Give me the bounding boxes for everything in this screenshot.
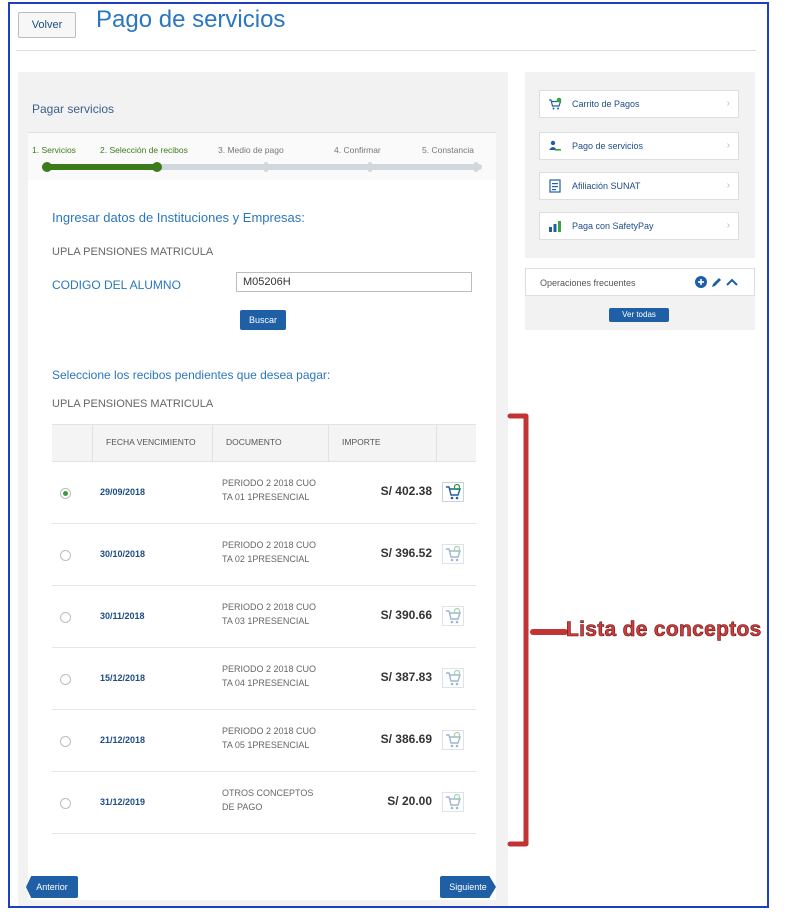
student-code-input[interactable]: M05206H (236, 272, 472, 292)
institution-name: UPLA PENSIONES MATRICULA (52, 246, 214, 258)
form-section-title: Ingresar datos de Instituciones y Empres… (52, 210, 305, 225)
step-2-label: 2. Selección de recibos (100, 145, 188, 155)
sidebar-item-cart[interactable]: Carrito de Pagos › (539, 90, 739, 118)
row-radio[interactable] (60, 612, 71, 623)
step-1-dot (42, 162, 52, 172)
add-to-cart-icon[interactable] (442, 792, 464, 812)
add-to-cart-icon[interactable] (442, 482, 464, 502)
row-document: PERIODO 2 2018 CUO TA 02 1PRESENCIAL (222, 540, 317, 564)
content-area: Ingresar datos de Instituciones y Empres… (28, 180, 496, 900)
add-to-cart-icon[interactable] (442, 606, 464, 626)
row-due-date: 15/12/2018 (100, 673, 146, 683)
row-due-date: 30/10/2018 (100, 549, 146, 559)
frequent-operations-label: Operaciones frecuentes (540, 278, 636, 288)
row-due-date: 31/12/2019 (100, 797, 146, 807)
row-document: PERIODO 2 2018 CUO TA 03 1PRESENCIAL (222, 602, 317, 626)
panel-title: Pagar servicios (32, 102, 115, 116)
chevron-right-icon: › (726, 140, 730, 151)
frequent-operations-panel: Operaciones frecuentes Ver todas (525, 268, 755, 330)
row-radio[interactable] (60, 674, 71, 685)
sidebar-item-label: Pago de servicios (572, 141, 644, 151)
top-bar: Volver Pago de servicios (16, 6, 756, 51)
row-due-date: 30/11/2018 (100, 611, 145, 621)
receipts-section-title: Seleccione los recibos pendientes que de… (52, 368, 331, 382)
row-amount: S/ 396.52 (380, 546, 432, 560)
frequent-operations-header[interactable]: Operaciones frecuentes (525, 268, 755, 296)
sidebar-item-services[interactable]: Pago de servicios › (539, 132, 739, 160)
previous-button[interactable]: Anterior (26, 876, 78, 898)
table-row[interactable]: 15/12/2018 PERIODO 2 2018 CUO TA 04 1PRES… (52, 648, 476, 710)
sidebar-item-label: Paga con SafetyPay (572, 221, 654, 231)
column-header: DOCUMENTO (226, 437, 282, 447)
sidebar-panel: Carrito de Pagos › Pago de servicios › A… (525, 72, 755, 258)
step-5-label: 5. Constancia (422, 145, 474, 155)
table-row[interactable]: 30/10/2018 PERIODO 2 2018 CUO TA 02 1PRES… (52, 524, 476, 586)
receipts-institution-name: UPLA PENSIONES MATRICULA (52, 398, 214, 410)
page-title: Pago de servicios (96, 6, 286, 33)
people-icon (549, 140, 561, 151)
payment-panel: Pagar servicios 1. Servicios 2. Selecció… (18, 72, 508, 906)
table-row[interactable]: 29/09/2018 PERIODO 2 2018 CUO TA 01 1PRES… (52, 462, 476, 524)
table-row[interactable]: 30/11/2018 PERIODO 2 2018 CUO TA 03 1PRES… (52, 586, 476, 648)
step-1-label: 1. Servicios (32, 145, 76, 155)
row-due-date: 21/12/2018 (100, 735, 146, 745)
back-button[interactable]: Volver (18, 12, 76, 38)
annotation-label: Lista de conceptos (566, 618, 762, 642)
row-amount: S/ 386.69 (380, 732, 432, 746)
step-5-dot (474, 162, 478, 172)
sidebar-item-label: Afiliación SUNAT (572, 181, 641, 191)
progress-steps: 1. Servicios 2. Selección de recibos 3. … (28, 132, 496, 182)
next-button[interactable]: Siguiente (440, 876, 496, 898)
step-2-dot (152, 162, 162, 172)
table-row[interactable]: 31/12/2019 OTROS CONCEPTOS DE PAGO S/ 20.… (52, 772, 476, 834)
step-3-label: 3. Medio de pago (218, 145, 284, 155)
step-3-dot (264, 162, 268, 172)
add-to-cart-icon[interactable] (442, 730, 464, 750)
column-header: FECHA VENCIMIENTO (106, 437, 196, 447)
row-radio[interactable] (60, 550, 71, 561)
row-document: PERIODO 2 2018 CUO TA 04 1PRESENCIAL (222, 664, 317, 688)
step-4-dot (368, 162, 372, 172)
progress-fill (42, 164, 160, 170)
search-button[interactable]: Buscar (240, 310, 286, 330)
row-document: PERIODO 2 2018 CUO TA 05 1PRESENCIAL (222, 726, 317, 750)
chevron-right-icon: › (726, 98, 730, 109)
sidebar-item-sunat[interactable]: Afiliación SUNAT › (539, 172, 739, 200)
row-document: PERIODO 2 2018 CUO TA 01 1PRESENCIAL (222, 478, 317, 502)
chevron-right-icon: › (726, 180, 730, 191)
progress-track (42, 162, 482, 172)
add-to-cart-icon[interactable] (442, 668, 464, 688)
chevron-right-icon: › (726, 220, 730, 231)
row-document: OTROS CONCEPTOS DE PAGO (222, 788, 314, 812)
row-amount: S/ 387.83 (380, 670, 432, 684)
student-code-label: CODIGO DEL ALUMNO (52, 278, 181, 292)
row-amount: S/ 390.66 (380, 608, 432, 622)
add-to-cart-icon[interactable] (442, 544, 464, 564)
receipts-table: FECHA VENCIMIENTO DOCUMENTO IMPORTE 29/0… (52, 424, 476, 834)
row-amount: S/ 20.00 (387, 794, 432, 808)
cart-icon (549, 97, 562, 110)
row-radio[interactable] (60, 488, 71, 499)
annotation-pointer (530, 629, 568, 635)
sidebar-item-label: Carrito de Pagos (572, 99, 640, 109)
document-icon (549, 179, 561, 193)
row-amount: S/ 402.38 (380, 484, 432, 498)
step-4-label: 4. Confirmar (334, 145, 381, 155)
column-header: IMPORTE (342, 437, 381, 447)
row-due-date: 29/09/2018 (100, 487, 146, 497)
table-header: FECHA VENCIMIENTO DOCUMENTO IMPORTE (52, 424, 476, 462)
row-radio[interactable] (60, 736, 71, 747)
frequent-actions-icons[interactable] (694, 275, 744, 289)
chart-icon (549, 221, 561, 232)
sidebar-item-safetypay[interactable]: Paga con SafetyPay › (539, 212, 739, 240)
row-radio[interactable] (60, 798, 71, 809)
view-all-button[interactable]: Ver todas (609, 308, 669, 322)
table-row[interactable]: 21/12/2018 PERIODO 2 2018 CUO TA 05 1PRES… (52, 710, 476, 772)
